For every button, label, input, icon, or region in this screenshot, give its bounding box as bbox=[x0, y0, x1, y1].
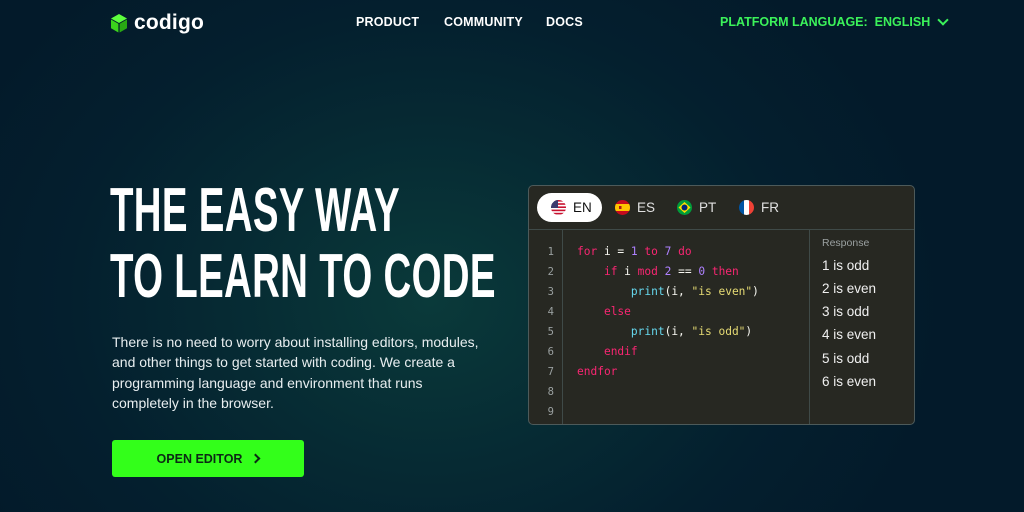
code-line: endif bbox=[603, 345, 638, 358]
response-line: 4 is even bbox=[822, 327, 877, 342]
france-flag-icon bbox=[739, 200, 754, 215]
chevron-down-icon bbox=[937, 14, 949, 26]
response-line: 2 is even bbox=[822, 281, 877, 296]
platform-language-value: ENGLISH bbox=[874, 15, 931, 29]
tab-en[interactable]: EN bbox=[537, 193, 602, 222]
tab-fr[interactable]: FR bbox=[739, 193, 779, 222]
tab-label: EN bbox=[573, 200, 592, 215]
response-line: 5 is odd bbox=[822, 351, 870, 366]
code-line: if i mod 2 == 0 then bbox=[603, 265, 739, 278]
chevron-right-icon bbox=[251, 453, 261, 464]
code-line: else bbox=[603, 305, 631, 318]
code-line: endfor bbox=[577, 365, 618, 378]
code-line: for i = 1 to 7 do bbox=[577, 245, 692, 258]
platform-language-selector[interactable]: PLATFORM LANGUAGE: ENGLISH bbox=[720, 14, 949, 29]
response-line: 3 is odd bbox=[822, 304, 870, 319]
hero-description: There is no need to worry about installi… bbox=[112, 334, 479, 412]
response-line: 1 is odd bbox=[822, 258, 870, 273]
hero-title-line-1: THE EASY WAY bbox=[110, 176, 400, 245]
response-line: 6 is even bbox=[822, 374, 877, 389]
code-editor: EN ES PT FR 1 2 3 4 5 6 7 8 9 for i = 1 … bbox=[528, 185, 915, 425]
line-number: 2 bbox=[547, 266, 554, 278]
code-line: print(i, "is even") bbox=[630, 285, 759, 298]
line-number: 9 bbox=[547, 406, 554, 418]
line-number: 5 bbox=[547, 326, 554, 338]
brand-name: codigo bbox=[134, 11, 205, 34]
nav-item-product[interactable]: PRODUCT bbox=[356, 15, 419, 29]
nav-item-community[interactable]: COMMUNITY bbox=[444, 15, 523, 29]
spain-flag-icon bbox=[615, 200, 630, 215]
brazil-flag-icon bbox=[677, 200, 692, 215]
logo[interactable]: codigo bbox=[110, 11, 204, 35]
response-title: Response bbox=[822, 237, 870, 249]
response-panel: Response 1 is odd 2 is even 3 is odd 4 i… bbox=[809, 230, 914, 424]
nav-item-docs[interactable]: DOCS bbox=[546, 15, 583, 29]
code-line: print(i, "is odd") bbox=[630, 325, 753, 338]
line-number-gutter: 1 2 3 4 5 6 7 8 9 bbox=[529, 230, 563, 424]
open-editor-button[interactable]: OPEN EDITOR bbox=[112, 440, 304, 477]
language-tabs: EN ES PT FR bbox=[529, 186, 914, 230]
hero-title: THE EASY WAY TO LEARN TO CODE bbox=[110, 178, 510, 310]
tab-es[interactable]: ES bbox=[615, 193, 655, 222]
hero-title-line-2: TO LEARN TO CODE bbox=[110, 242, 496, 311]
tab-label: ES bbox=[637, 200, 656, 215]
tab-label: PT bbox=[699, 200, 717, 215]
line-number: 1 bbox=[547, 246, 554, 258]
open-editor-label: OPEN EDITOR bbox=[156, 451, 243, 466]
tab-label: FR bbox=[761, 200, 779, 215]
line-number: 8 bbox=[547, 386, 554, 398]
line-number: 3 bbox=[547, 286, 554, 298]
code-area[interactable]: 1 2 3 4 5 6 7 8 9 for i = 1 to 7 do if i… bbox=[529, 230, 809, 424]
line-number: 4 bbox=[547, 306, 554, 318]
line-number: 6 bbox=[547, 346, 554, 358]
line-number: 7 bbox=[547, 366, 554, 378]
platform-language-label: PLATFORM LANGUAGE: bbox=[720, 15, 868, 29]
cube-logo-icon bbox=[111, 14, 127, 33]
us-flag-icon bbox=[551, 200, 566, 215]
tab-pt[interactable]: PT bbox=[677, 193, 716, 222]
